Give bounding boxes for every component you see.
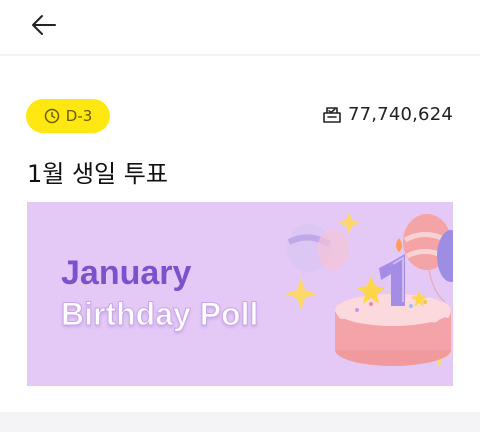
arrow-left-icon xyxy=(32,15,56,35)
ballot-box-icon xyxy=(323,106,341,123)
clock-icon xyxy=(44,108,59,124)
top-bar xyxy=(0,0,480,56)
dday-label: D-3 xyxy=(65,107,93,125)
birthday-cake-illustration xyxy=(285,212,453,368)
banner-title-line1: January xyxy=(61,254,192,292)
section-divider xyxy=(0,412,480,432)
banner-title-line2: Birthday Poll xyxy=(60,296,259,333)
back-button[interactable] xyxy=(28,10,58,40)
vote-count: 77,740,624 xyxy=(322,104,453,125)
dday-badge: D-3 xyxy=(26,99,110,133)
vote-count-value: 77,740,624 xyxy=(347,104,453,125)
poll-banner[interactable]: January Birthday Poll xyxy=(27,202,453,386)
poll-title: 1월 생일 투표 xyxy=(27,160,168,188)
